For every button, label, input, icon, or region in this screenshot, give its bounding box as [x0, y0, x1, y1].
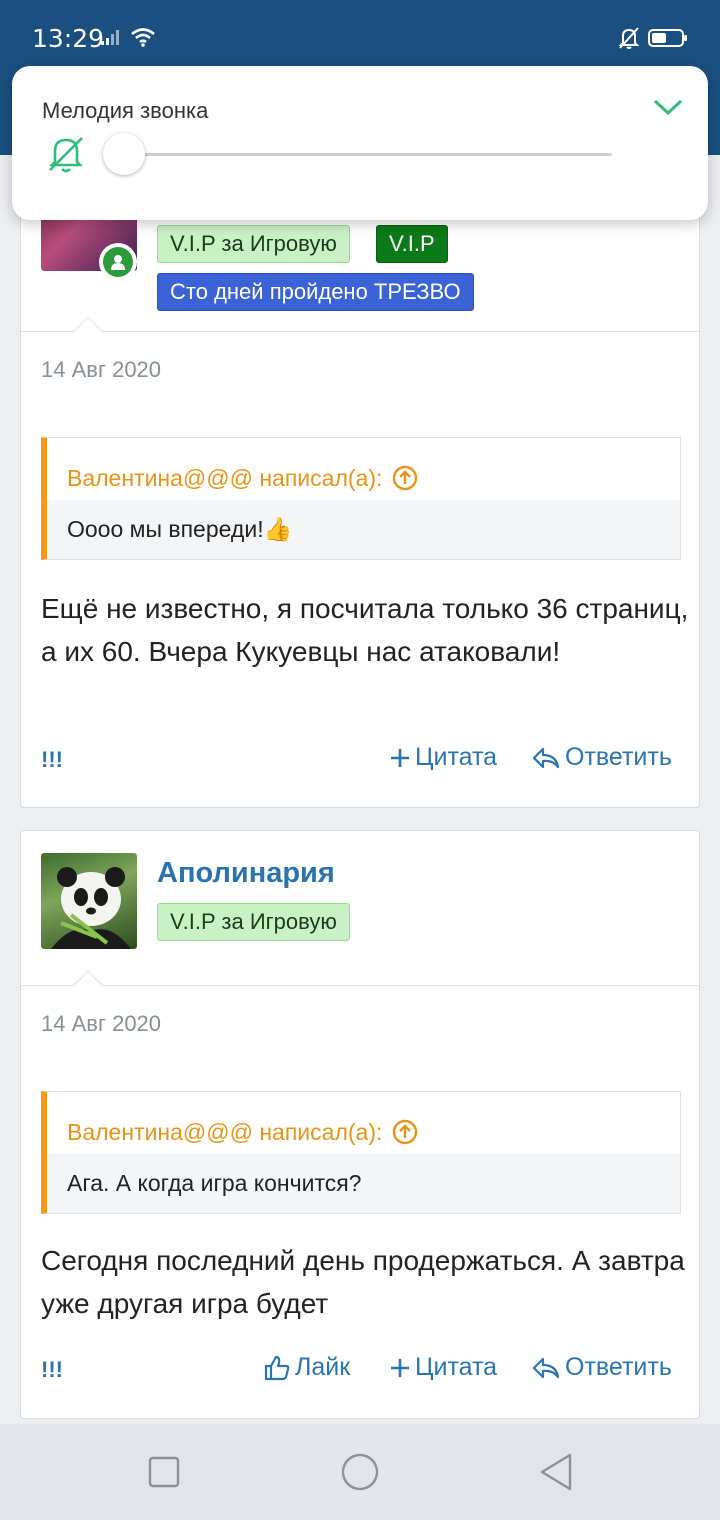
user-badge: Сто дней пройдено ТРЕЗВО [157, 273, 474, 311]
reply-button-label: Ответить [565, 1353, 672, 1381]
navigation-bar [0, 1424, 720, 1520]
bell-off-icon[interactable] [44, 132, 88, 181]
recents-square-icon[interactable] [148, 1456, 180, 1493]
status-bar: 13:29 [0, 0, 720, 76]
post-actions: !!! Лайк Цитата Ответить [41, 1353, 681, 1393]
quote-header[interactable]: Валентина@@@ написал(а): [47, 438, 680, 500]
post-date[interactable]: 14 Авг 2020 [41, 357, 161, 383]
post-author-header: Аполинария V.I.P за Игровую [21, 831, 699, 1002]
header-notch [72, 316, 104, 348]
reply-button[interactable]: Ответить [531, 743, 672, 772]
bell-off-icon [618, 26, 640, 55]
wifi-icon [130, 26, 156, 53]
chevron-down-icon[interactable] [652, 96, 684, 123]
quote-button[interactable]: Цитата [389, 1353, 497, 1382]
status-time: 13:29 [32, 24, 105, 53]
arrow-up-circle-icon[interactable] [392, 465, 418, 491]
reply-icon [532, 1357, 560, 1378]
reply-button-label: Ответить [565, 743, 672, 771]
ringtone-volume-slider[interactable] [103, 133, 612, 175]
quote-text: Ага. А когда игра кончится? [47, 1154, 680, 1213]
quote-block: Валентина@@@ написал(а): Ага. А когда иг… [41, 1091, 681, 1214]
post-date[interactable]: 14 Авг 2020 [41, 1011, 161, 1037]
ringtone-volume-title: Мелодия звонка [42, 98, 209, 123]
user-badge: V.I.P [376, 225, 448, 263]
quote-button[interactable]: Цитата [389, 743, 497, 772]
signal-icon [100, 28, 122, 51]
report-link[interactable]: !!! [41, 1357, 63, 1383]
post-card: Аполинария V.I.P за Игровую 14 Авг 2020 … [20, 830, 700, 1419]
post-card: V.I.P за Игровую V.I.P Сто дней пройдено… [20, 150, 700, 808]
post-text: Сегодня последний день продержаться. А з… [41, 1245, 685, 1319]
plus-icon [391, 748, 409, 767]
ringtone-volume-thumb[interactable] [103, 133, 145, 175]
plus-icon [391, 1358, 409, 1377]
reply-button[interactable]: Ответить [531, 1353, 672, 1382]
home-circle-icon[interactable] [340, 1452, 380, 1497]
like-button[interactable]: Лайк [263, 1353, 350, 1382]
quote-author: Валентина@@@ написал(а): [67, 464, 383, 491]
ringtone-volume-panel: Мелодия звонка [12, 66, 708, 220]
post-text: Ещё не известно, я посчитала только 36 с… [41, 593, 689, 667]
user-badge: V.I.P за Игровую [157, 903, 350, 941]
arrow-up-circle-icon[interactable] [392, 1119, 418, 1145]
thumbs-up-icon [264, 1355, 290, 1380]
user-icon [111, 255, 125, 270]
post-actions: !!! Цитата Ответить [41, 743, 681, 783]
quote-button-label: Цитата [415, 743, 498, 771]
online-status-badge [99, 243, 137, 281]
back-triangle-icon[interactable] [538, 1452, 574, 1497]
quote-button-label: Цитата [415, 1353, 498, 1381]
reply-icon [532, 747, 560, 768]
header-notch [72, 970, 104, 1002]
avatar[interactable] [41, 853, 137, 949]
username[interactable]: Аполинария [157, 857, 335, 890]
quote-block: Валентина@@@ написал(а): Оооо мы впереди… [41, 437, 681, 560]
report-link[interactable]: !!! [41, 747, 63, 773]
quote-author: Валентина@@@ написал(а): [67, 1118, 383, 1145]
quote-text: Оооо мы впереди!👍 [47, 500, 680, 559]
user-badge: V.I.P за Игровую [157, 225, 350, 263]
like-button-label: Лайк [295, 1353, 351, 1381]
quote-header[interactable]: Валентина@@@ написал(а): [47, 1092, 680, 1154]
panda-avatar-image [51, 867, 131, 949]
battery-icon [648, 28, 688, 53]
